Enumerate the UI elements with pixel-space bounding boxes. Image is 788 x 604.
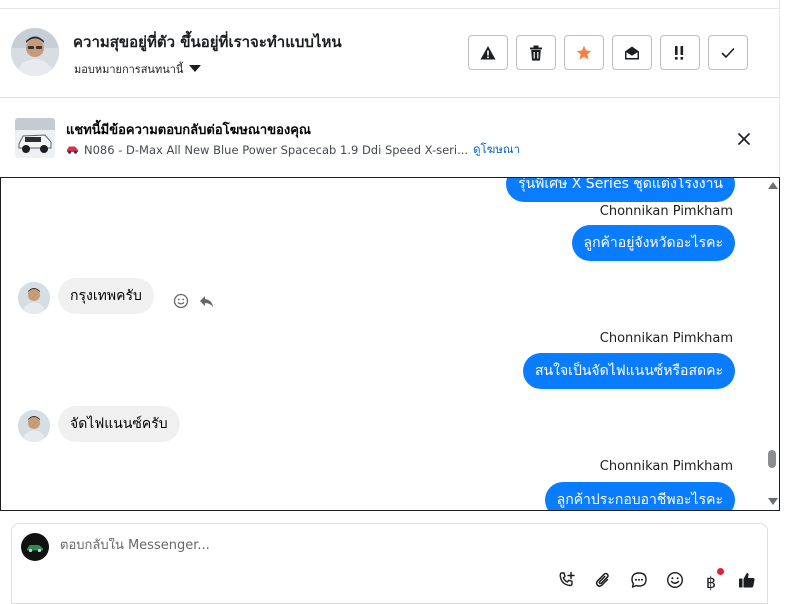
top-divider: [0, 0, 780, 9]
star-icon: [576, 45, 592, 61]
message-bubble-outgoing: สนใจเป็นจัดไฟแนนซ์หรือสดคะ: [523, 353, 735, 389]
reply-arrow-button[interactable]: [199, 294, 215, 313]
attach-button[interactable]: [592, 571, 614, 593]
contact-name: ความสุขอยู่ที่ตัว ขึ้นอยู่ที่เราจะทำแบบไ…: [73, 33, 342, 51]
reply-composer: ฿: [11, 523, 768, 604]
thread-scrollbar[interactable]: [765, 178, 779, 510]
envelope-open-icon: [624, 45, 640, 61]
mark-done-button[interactable]: [708, 35, 748, 70]
contact-avatar-small: [18, 410, 50, 442]
view-ad-link[interactable]: ดูโฆษณา: [473, 141, 520, 159]
message-bubble-outgoing: รุ่นพิเศษ X Series ชุดแต่งโรงงาน: [506, 178, 735, 202]
chat-bubble-dots-icon: [630, 571, 648, 593]
smiley-icon: [666, 571, 684, 593]
assign-label: มอบหมายการสนทนานี้: [74, 63, 184, 76]
sender-name: Chonnikan Pimkham: [599, 204, 733, 219]
warning-icon: [480, 45, 496, 61]
page-avatar: [21, 533, 49, 561]
ad-reply-banner: แชทนี้มีข้อความตอบกลับต่อโฆษณาของคุณ N08…: [0, 99, 780, 177]
baht-icon: ฿: [705, 572, 717, 592]
star-button[interactable]: [564, 35, 604, 70]
delete-button[interactable]: [516, 35, 556, 70]
notification-dot: [717, 568, 724, 575]
conversation-header: ความสุขอยู่ที่ตัว ขึ้นอยู่ที่เราจะทำแบบไ…: [0, 10, 780, 98]
emoji-button[interactable]: [664, 571, 686, 593]
saved-replies-button[interactable]: [628, 571, 650, 593]
caret-down-icon: [189, 64, 202, 72]
message-bubble-outgoing: ลูกค้าประกอบอาชีพอะไรคะ: [544, 482, 735, 510]
ad-name: N086 - D-Max All New Blue Power Spacecab…: [84, 143, 469, 157]
close-banner-button[interactable]: [734, 129, 754, 149]
scroll-up-arrow-icon[interactable]: [768, 182, 778, 189]
message-bubble-outgoing: ลูกค้าอยู่จังหวัดอะไรคะ: [571, 225, 735, 261]
ad-thumbnail[interactable]: [15, 118, 55, 158]
assign-conversation-dropdown[interactable]: มอบหมายการสนทนานี้: [74, 60, 202, 78]
scrollbar-thumb[interactable]: [768, 450, 776, 468]
mark-unread-button[interactable]: [612, 35, 652, 70]
react-button[interactable]: [173, 293, 189, 313]
contact-avatar-small: [18, 282, 50, 314]
message-thread[interactable]: รุ่นพิเศษ X Series ชุดแต่งโรงงาน Chonnik…: [0, 177, 780, 511]
payment-button[interactable]: ฿: [700, 568, 724, 593]
ad-reply-title: แชทนี้มีข้อความตอบกลับต่อโฆษณาของคุณ: [66, 123, 311, 138]
mark-spam-button[interactable]: [468, 35, 508, 70]
trash-icon: [529, 45, 543, 61]
check-icon: [721, 47, 735, 59]
sender-name: Chonnikan Pimkham: [599, 459, 733, 474]
scroll-down-arrow-icon[interactable]: [768, 498, 778, 505]
car-icon: [66, 143, 79, 157]
sender-name: Chonnikan Pimkham: [599, 331, 733, 346]
message-bubble-incoming: กรุงเทพครับ: [58, 278, 154, 314]
conversation-actions: [468, 35, 748, 70]
like-button[interactable]: [736, 571, 758, 593]
composer-toolbar: ฿: [556, 568, 758, 593]
thumbs-up-icon: [738, 571, 756, 593]
contact-avatar[interactable]: [11, 28, 59, 76]
close-icon: [738, 130, 750, 149]
call-request-button[interactable]: [556, 571, 578, 593]
message-bubble-incoming: จัดไฟแนนซ์ครับ: [58, 406, 180, 442]
reply-input[interactable]: [60, 538, 660, 553]
message-tools: [173, 293, 215, 313]
follow-up-button[interactable]: [660, 35, 700, 70]
phone-plus-icon: [558, 571, 576, 593]
follow-up-icon: [672, 45, 688, 61]
paperclip-icon: [595, 571, 611, 593]
ad-subtitle-row: N086 - D-Max All New Blue Power Spacecab…: [66, 141, 520, 159]
